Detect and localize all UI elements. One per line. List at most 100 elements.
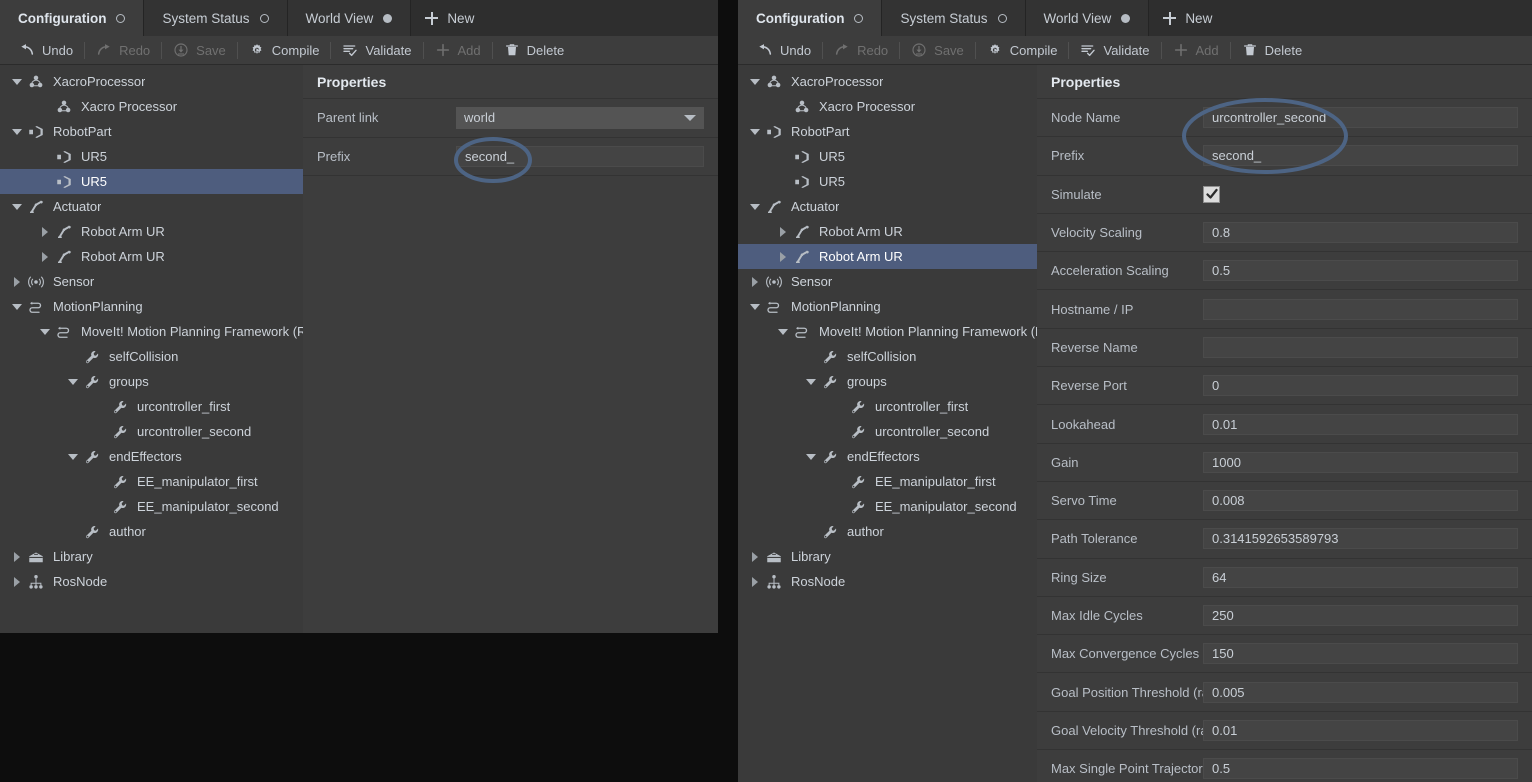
toolbar-undo-button[interactable]: Undo [8,36,84,65]
tree-item[interactable]: endEffectors [738,444,1037,469]
chevron-right-icon[interactable] [746,551,764,562]
reverse-port-input[interactable]: 0 [1203,375,1518,397]
lookahead-input[interactable]: 0.01 [1203,413,1518,435]
chevron-down-icon[interactable] [746,203,764,210]
goal-velocity-threshold-ra-input[interactable]: 0.01 [1203,719,1518,741]
gain-input[interactable]: 1000 [1203,451,1518,473]
chevron-right-icon[interactable] [8,576,26,587]
tree-item[interactable]: EE_manipulator_second [738,494,1037,519]
chevron-down-icon[interactable] [8,128,26,135]
tree-item[interactable]: author [738,519,1037,544]
tree-item[interactable]: urcontroller_first [0,394,303,419]
chevron-right-icon[interactable] [36,226,54,237]
chevron-down-icon[interactable] [64,378,82,385]
tree-item[interactable]: Robot Arm UR [0,219,303,244]
tab-world-view[interactable]: World View [1025,0,1150,36]
tree-item[interactable]: RosNode [738,569,1037,594]
tree-item[interactable]: Xacro Processor [738,94,1037,119]
chevron-down-icon[interactable] [36,328,54,335]
tree-item[interactable]: UR5 [0,169,303,194]
tree-item[interactable]: Sensor [0,269,303,294]
chevron-right-icon[interactable] [746,276,764,287]
max-single-point-trajector-input[interactable]: 0.5 [1203,758,1518,780]
chevron-right-icon[interactable] [8,276,26,287]
chevron-right-icon[interactable] [36,251,54,262]
acceleration-scaling-input[interactable]: 0.5 [1203,260,1518,282]
tree-item[interactable]: selfCollision [0,344,303,369]
ring-size-input[interactable]: 64 [1203,566,1518,588]
tree-item[interactable]: EE_manipulator_second [0,494,303,519]
tree-item[interactable]: RobotPart [0,119,303,144]
tree-item[interactable]: UR5 [0,144,303,169]
simulate-checkbox[interactable] [1203,185,1220,203]
tree-item[interactable]: XacroProcessor [738,69,1037,94]
tree-item[interactable]: Library [0,544,303,569]
tree-item[interactable]: MoveIt! Motion Planning Framework (RO [0,319,303,344]
tab-configuration[interactable]: Configuration [0,0,145,36]
hostname-ip-input[interactable] [1203,298,1518,320]
chevron-down-icon[interactable] [8,303,26,310]
tree-item[interactable]: Robot Arm UR [0,244,303,269]
tree-item[interactable]: MoveIt! Motion Planning Framework (RO [738,319,1037,344]
chevron-down-icon[interactable] [802,378,820,385]
chevron-right-icon[interactable] [774,226,792,237]
max-idle-cycles-input[interactable]: 250 [1203,605,1518,626]
toolbar-validate-button[interactable]: Validate [331,36,422,65]
tree-item[interactable]: Robot Arm UR [738,244,1037,269]
tree-item[interactable]: UR5 [738,169,1037,194]
tree-item[interactable]: Actuator [738,194,1037,219]
chevron-right-icon[interactable] [774,251,792,262]
tree-item[interactable]: Robot Arm UR [738,219,1037,244]
max-convergence-cycles-input[interactable]: 150 [1203,643,1518,665]
tree-item[interactable]: MotionPlanning [738,294,1037,319]
prefix-input[interactable]: second_ [456,145,704,167]
tree-item[interactable]: endEffectors [0,444,303,469]
chevron-down-icon[interactable] [746,78,764,85]
tree-item[interactable]: XacroProcessor [0,69,303,94]
reverse-name-input[interactable] [1203,336,1518,358]
toolbar-compile-button[interactable]: Compile [976,36,1069,65]
chevron-down-icon[interactable] [8,203,26,210]
toolbar-validate-button[interactable]: Validate [1069,36,1160,65]
tree-item[interactable]: UR5 [738,144,1037,169]
velocity-scaling-input[interactable]: 0.8 [1203,222,1518,244]
toolbar-undo-button[interactable]: Undo [746,36,822,65]
toolbar-delete-button[interactable]: Delete [1231,36,1314,65]
servo-time-input[interactable]: 0.008 [1203,490,1518,512]
tab-system-status[interactable]: System Status [144,0,288,36]
tree-item[interactable]: RobotPart [738,119,1037,144]
tab-system-status[interactable]: System Status [882,0,1026,36]
new-tab-button[interactable]: New [411,0,495,36]
chevron-down-icon[interactable] [746,303,764,310]
path-tolerance-input[interactable]: 0.3141592653589793 [1203,528,1518,550]
tree-item[interactable]: urcontroller_first [738,394,1037,419]
goal-position-threshold-ra-input[interactable]: 0.005 [1203,681,1518,703]
tree-item[interactable]: urcontroller_second [0,419,303,444]
tree-item[interactable]: MotionPlanning [0,294,303,319]
chevron-down-icon[interactable] [746,128,764,135]
chevron-down-icon[interactable] [8,78,26,85]
tree-item[interactable]: Xacro Processor [0,94,303,119]
tab-world-view[interactable]: World View [287,0,412,36]
chevron-down-icon[interactable] [64,453,82,460]
tree-item[interactable]: RosNode [0,569,303,594]
tree-item[interactable]: Sensor [738,269,1037,294]
tree-item[interactable]: selfCollision [738,344,1037,369]
tree-item[interactable]: groups [0,369,303,394]
toolbar-compile-button[interactable]: Compile [238,36,331,65]
chevron-right-icon[interactable] [8,551,26,562]
prefix-input[interactable]: second_ [1203,145,1518,167]
tree-item[interactable]: author [0,519,303,544]
tree-item[interactable]: EE_manipulator_first [0,469,303,494]
tree-item[interactable]: EE_manipulator_first [738,469,1037,494]
tree-item[interactable]: urcontroller_second [738,419,1037,444]
node-name-input[interactable]: urcontroller_second [1203,107,1518,129]
tree-item[interactable]: groups [738,369,1037,394]
chevron-down-icon[interactable] [802,453,820,460]
left-component-tree[interactable]: XacroProcessor Xacro Processor RobotPart UR… [0,65,303,633]
tree-item[interactable]: Actuator [0,194,303,219]
tab-configuration[interactable]: Configuration [738,0,883,36]
toolbar-delete-button[interactable]: Delete [493,36,576,65]
tree-item[interactable]: Library [738,544,1037,569]
chevron-down-icon[interactable] [774,328,792,335]
